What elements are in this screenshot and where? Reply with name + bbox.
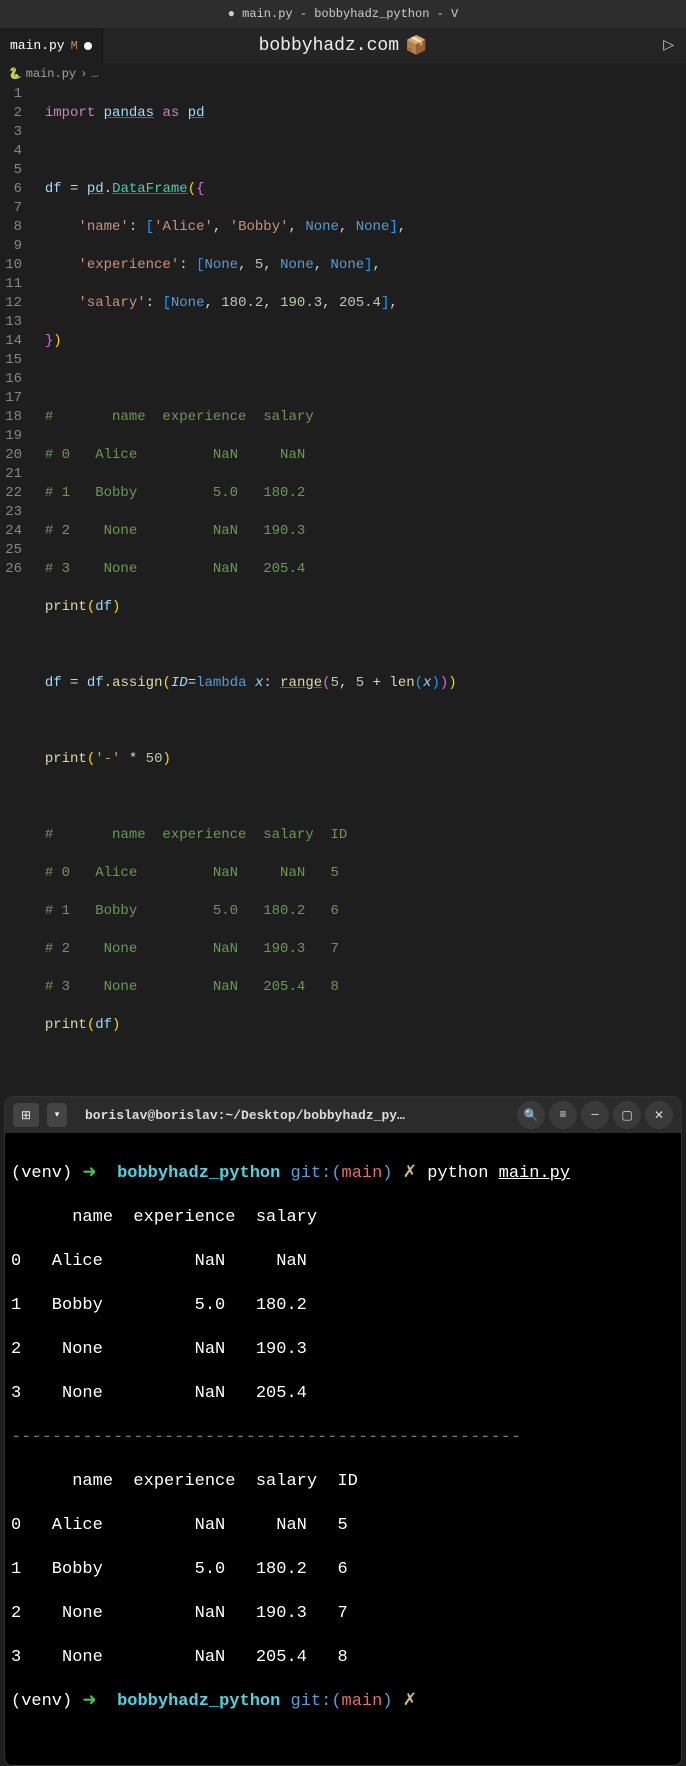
tab-label: main.py (10, 38, 65, 53)
maximize-button[interactable]: ▢ (613, 1101, 641, 1129)
header-watermark: bobbyhadz.com 📦 (259, 35, 428, 57)
minimize-button[interactable]: ─ (581, 1101, 609, 1129)
breadcrumb-file: main.py (26, 67, 76, 81)
terminal-title: borislav@borislav:~/Desktop/bobbyhadz_py… (75, 1108, 509, 1123)
watermark-text: bobbyhadz.com (259, 36, 399, 56)
line-gutter: 1234567891011121314151617181920212223242… (0, 85, 28, 1092)
terminal-body[interactable]: (venv) ➜ bobbyhadz_python git:(main) ✗ p… (5, 1133, 681, 1765)
breadcrumb[interactable]: 🐍 main.py › … (0, 63, 686, 85)
breadcrumb-sep: › (80, 67, 87, 81)
close-button[interactable]: ✕ (645, 1101, 673, 1129)
tab-bar: main.py M bobbyhadz.com 📦 ▷ (0, 28, 686, 63)
breadcrumb-more: … (91, 67, 98, 81)
unsaved-dot-icon[interactable] (84, 42, 92, 50)
terminal-window: ⊞ ▾ borislav@borislav:~/Desktop/bobbyhad… (4, 1096, 682, 1766)
package-icon: 📦 (405, 35, 427, 57)
new-tab-button[interactable]: ⊞ (13, 1103, 39, 1127)
search-icon[interactable]: 🔍 (517, 1101, 545, 1129)
terminal-titlebar: ⊞ ▾ borislav@borislav:~/Desktop/bobbyhad… (5, 1097, 681, 1133)
code-content[interactable]: import pandas as pd df = pd.DataFrame({ … (28, 85, 686, 1092)
tab-modified-badge: M (71, 39, 78, 53)
code-editor[interactable]: 1234567891011121314151617181920212223242… (0, 85, 686, 1092)
run-icon[interactable]: ▷ (663, 37, 674, 54)
tab-main-py[interactable]: main.py M (0, 28, 103, 63)
tab-dropdown-button[interactable]: ▾ (47, 1103, 67, 1127)
menu-icon[interactable]: ≡ (549, 1101, 577, 1129)
python-file-icon: 🐍 (8, 67, 22, 81)
window-titlebar: ● main.py - bobbyhadz_python - V (0, 0, 686, 28)
